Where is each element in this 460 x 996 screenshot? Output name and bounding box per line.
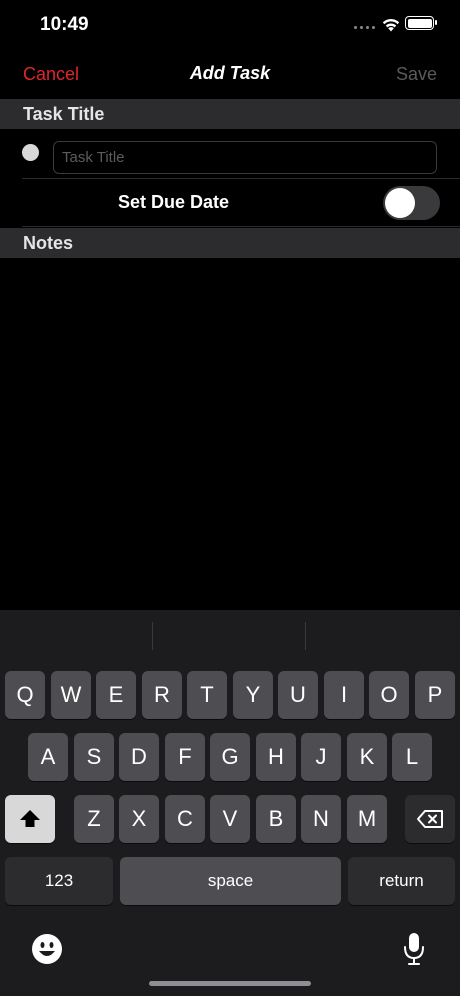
key-n[interactable]: N bbox=[301, 795, 341, 843]
key-c[interactable]: C bbox=[165, 795, 205, 843]
due-date-toggle[interactable] bbox=[383, 186, 440, 220]
task-title-section-header: Task Title bbox=[0, 99, 460, 129]
cellular-signal-icon bbox=[354, 26, 376, 30]
key-j[interactable]: J bbox=[301, 733, 341, 781]
keyboard: Q W E R T Y U I O P A S D F G H J K L Z … bbox=[0, 610, 460, 996]
row-divider bbox=[22, 226, 460, 227]
task-title-section-label: Task Title bbox=[23, 104, 105, 124]
status-bar: 10:49 bbox=[0, 0, 460, 50]
key-s[interactable]: S bbox=[74, 733, 114, 781]
backspace-icon bbox=[417, 810, 443, 828]
key-p[interactable]: P bbox=[415, 671, 455, 719]
battery-icon bbox=[405, 16, 437, 30]
row-divider bbox=[22, 178, 460, 179]
emoji-icon[interactable] bbox=[31, 933, 63, 965]
return-key[interactable]: return bbox=[348, 857, 455, 905]
microphone-icon[interactable] bbox=[403, 932, 425, 966]
notes-text-area[interactable] bbox=[0, 258, 460, 610]
key-d[interactable]: D bbox=[119, 733, 159, 781]
backspace-key[interactable] bbox=[405, 795, 455, 843]
key-o[interactable]: O bbox=[369, 671, 409, 719]
status-time: 10:49 bbox=[40, 14, 89, 35]
key-z[interactable]: Z bbox=[74, 795, 114, 843]
key-k[interactable]: K bbox=[347, 733, 387, 781]
save-button[interactable]: Save bbox=[396, 64, 437, 85]
shift-icon bbox=[20, 810, 40, 827]
key-h[interactable]: H bbox=[256, 733, 296, 781]
key-q[interactable]: Q bbox=[5, 671, 45, 719]
space-key[interactable]: space bbox=[120, 857, 341, 905]
navigation-bar: Cancel Add Task Save bbox=[0, 52, 460, 96]
key-v[interactable]: V bbox=[210, 795, 250, 843]
key-b[interactable]: B bbox=[256, 795, 296, 843]
wifi-icon bbox=[382, 18, 400, 32]
key-i[interactable]: I bbox=[324, 671, 364, 719]
key-w[interactable]: W bbox=[51, 671, 91, 719]
notes-section-header: Notes bbox=[0, 228, 460, 258]
toggle-knob bbox=[385, 188, 415, 218]
suggestion-divider bbox=[152, 622, 153, 650]
key-y[interactable]: Y bbox=[233, 671, 273, 719]
key-t[interactable]: T bbox=[187, 671, 227, 719]
key-m[interactable]: M bbox=[347, 795, 387, 843]
home-indicator bbox=[149, 981, 311, 986]
key-l[interactable]: L bbox=[392, 733, 432, 781]
page-title: Add Task bbox=[189, 63, 271, 83]
key-e[interactable]: E bbox=[96, 671, 136, 719]
task-title-input[interactable] bbox=[53, 141, 437, 174]
shift-key[interactable] bbox=[5, 795, 55, 843]
key-a[interactable]: A bbox=[28, 733, 68, 781]
key-g[interactable]: G bbox=[210, 733, 250, 781]
key-x[interactable]: X bbox=[119, 795, 159, 843]
notes-section-label: Notes bbox=[23, 233, 74, 253]
key-u[interactable]: U bbox=[278, 671, 318, 719]
key-r[interactable]: R bbox=[142, 671, 182, 719]
key-f[interactable]: F bbox=[165, 733, 205, 781]
numbers-key[interactable]: 123 bbox=[5, 857, 113, 905]
set-due-date-label: Set Due Date bbox=[118, 192, 230, 212]
task-complete-radio[interactable] bbox=[22, 144, 39, 161]
suggestion-divider bbox=[305, 622, 306, 650]
